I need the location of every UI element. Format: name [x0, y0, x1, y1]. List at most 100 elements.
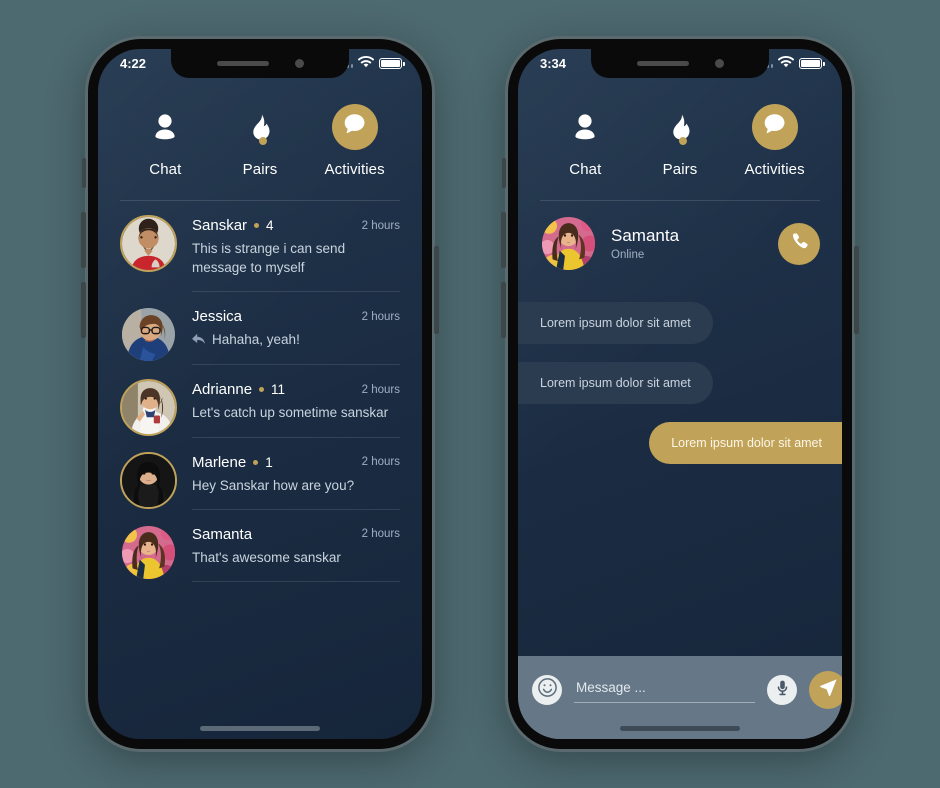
chat-item-preview-text: Let's catch up sometime sanskar [192, 405, 389, 421]
flame-icon [247, 104, 273, 150]
volume-up-button[interactable] [81, 212, 86, 268]
wifi-icon [777, 55, 795, 71]
person-icon [571, 104, 599, 150]
phone-left: 4:22 Chat Pairs Activities Sanskar 4 2 h… [81, 36, 439, 752]
volume-down-button[interactable] [501, 282, 506, 338]
screen-conversation: 3:34 Chat Pairs Activities Samanta Onlin… [518, 49, 842, 739]
chat-item-name: Adrianne [192, 381, 253, 399]
reply-arrow-icon [192, 331, 205, 350]
chat-item-separator [192, 508, 400, 510]
chat-bubble-icon [342, 112, 367, 142]
message-bubble-received[interactable]: Lorem ipsum dolor sit amet [518, 362, 713, 404]
chat-item-separator [192, 580, 400, 582]
chat-item-time: 2 hours [361, 383, 400, 396]
notch [171, 49, 349, 78]
chat-item-preview: This is strange i can send message to my… [192, 239, 400, 277]
chat-item-content: Adrianne 11 2 hours Let's catch up somet… [192, 379, 400, 438]
chat-item-nameline: Sanskar 4 [192, 217, 274, 234]
chat-item-time: 2 hours [361, 219, 400, 232]
unread-dot [253, 459, 259, 465]
conversation-contact-info: Samanta Online [611, 226, 679, 261]
nav-label-chat: Chat [569, 161, 602, 178]
nav-label-pairs: Pairs [242, 161, 278, 178]
chat-item-header: Samanta 2 hours [192, 526, 400, 543]
emoji-button[interactable] [532, 674, 562, 705]
chat-bubble-icon [762, 112, 787, 142]
top-navigation: Chat Pairs Activities [98, 78, 422, 178]
phone-icon [790, 232, 809, 256]
conversation-header: Samanta Online [518, 201, 842, 272]
home-indicator[interactable] [620, 726, 740, 731]
nav-item-activities[interactable]: Activities [311, 104, 399, 178]
avatar-samanta [120, 524, 177, 581]
volume-up-button[interactable] [501, 212, 506, 268]
chat-item-preview: Let's catch up sometime sanskar [192, 403, 400, 422]
pairs-badge-dot [678, 137, 687, 145]
front-camera [294, 59, 304, 68]
nav-label-activities: Activities [324, 161, 385, 178]
chat-list-item[interactable]: Marlene 1 2 hours Hey Sanskar how are yo… [120, 438, 400, 510]
chat-list-item[interactable]: Jessica 2 hours Hahaha, yeah! [120, 292, 400, 366]
wifi-icon [357, 55, 375, 71]
nav-item-pairs[interactable]: Pairs [636, 104, 724, 178]
send-paper-plane-icon [819, 678, 838, 702]
avatar-adrianne [120, 379, 177, 437]
call-button[interactable] [778, 222, 820, 265]
silent-switch-button[interactable] [82, 158, 86, 188]
chat-list-item[interactable]: Sanskar 4 2 hours This is strange i can … [120, 201, 400, 293]
conversation-contact-name: Samanta [611, 226, 680, 245]
chat-item-header: Adrianne 11 2 hours [192, 381, 400, 398]
unread-dot [259, 387, 265, 393]
top-navigation: Chat Pairs Activities [518, 78, 842, 178]
front-camera [714, 59, 724, 68]
chat-item-content: Marlene 1 2 hours Hey Sanskar how are yo… [192, 452, 400, 510]
screen-chat-list: 4:22 Chat Pairs Activities Sanskar 4 2 h… [98, 49, 422, 739]
avatar-marlene [120, 451, 177, 509]
home-indicator[interactable] [200, 726, 320, 731]
silent-switch-button[interactable] [502, 158, 506, 188]
flame-icon [667, 104, 693, 150]
nav-item-chat[interactable]: Chat [121, 104, 209, 178]
chat-item-separator [192, 364, 400, 366]
message-row: Lorem ipsum dolor sit amet [518, 422, 842, 464]
send-button[interactable] [809, 670, 842, 709]
message-input[interactable] [574, 676, 755, 703]
avatar-samanta[interactable] [540, 215, 597, 272]
message-bubble-received[interactable]: Lorem ipsum dolor sit amet [518, 302, 713, 344]
chat-item-header: Jessica 2 hours [192, 308, 400, 325]
chat-list-item[interactable]: Adrianne 11 2 hours Let's catch up somet… [120, 365, 400, 438]
chat-item-nameline: Jessica [192, 308, 242, 325]
nav-label-activities: Activities [744, 161, 805, 178]
chat-item-preview: Hahaha, yeah! [192, 330, 400, 350]
chat-item-name: Jessica [192, 308, 243, 326]
voice-record-button[interactable] [767, 674, 797, 705]
chat-item-name: Marlene [192, 453, 247, 471]
nav-item-pairs[interactable]: Pairs [216, 104, 304, 178]
power-button[interactable] [434, 246, 439, 334]
message-bubble-sent[interactable]: Lorem ipsum dolor sit amet [649, 422, 842, 464]
screenshot-stage: 4:22 Chat Pairs Activities Sanskar 4 2 h… [0, 0, 940, 788]
battery-icon [379, 58, 405, 69]
volume-down-button[interactable] [81, 282, 86, 338]
message-thread: Lorem ipsum dolor sit amet Lorem ipsum d… [518, 272, 842, 464]
earpiece-speaker [636, 61, 689, 66]
nav-item-chat[interactable]: Chat [541, 104, 629, 178]
microphone-icon [774, 679, 791, 701]
unread-count: 1 [265, 454, 273, 470]
unread-count: 11 [271, 382, 286, 398]
chat-item-name: Sanskar [192, 217, 248, 234]
chat-item-name: Samanta [192, 525, 253, 543]
message-row: Lorem ipsum dolor sit amet [518, 302, 842, 344]
activities-active-circle [751, 104, 798, 150]
nav-item-activities[interactable]: Activities [731, 104, 819, 178]
chat-item-preview: That's awesome sanskar [192, 548, 400, 567]
chat-item-content: Jessica 2 hours Hahaha, yeah! [192, 306, 400, 366]
chat-item-time: 2 hours [361, 456, 400, 469]
chat-item-time: 2 hours [361, 528, 400, 541]
chat-item-nameline: Adrianne 11 [192, 381, 285, 398]
phone-right: 3:34 Chat Pairs Activities Samanta Onlin… [501, 36, 859, 752]
chat-list-item[interactable]: Samanta 2 hours That's awesome sanskar [120, 510, 400, 582]
activities-icon-wrap [331, 104, 378, 150]
power-button[interactable] [854, 246, 859, 334]
chat-item-content: Samanta 2 hours That's awesome sanskar [192, 524, 400, 582]
